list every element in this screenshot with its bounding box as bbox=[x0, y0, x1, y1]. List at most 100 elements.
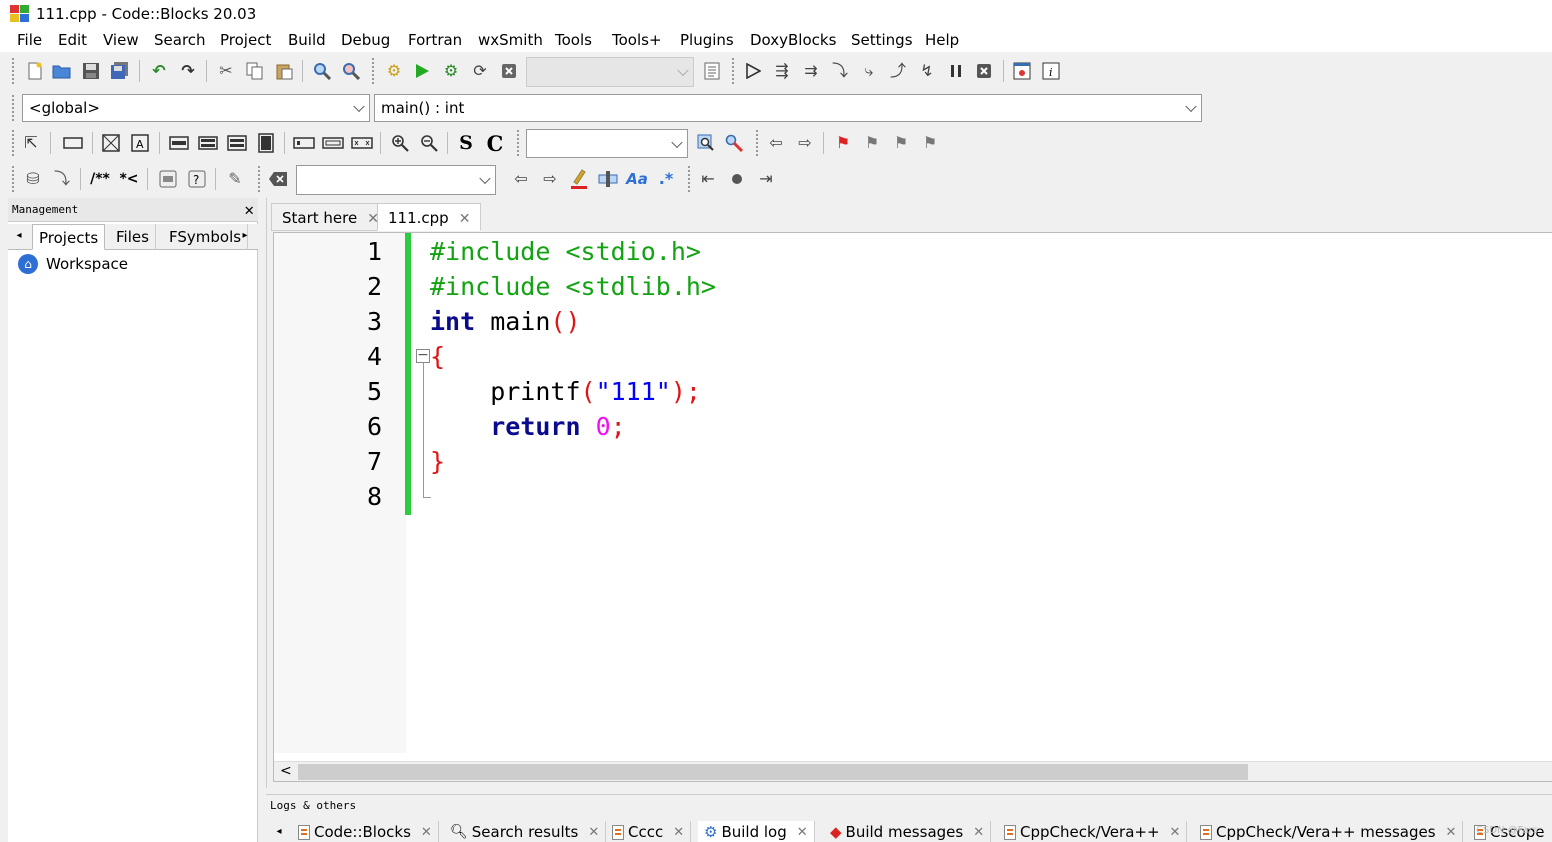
frame-icon[interactable] bbox=[62, 132, 84, 154]
clear-bookmarks-icon[interactable]: ⚑ bbox=[919, 132, 941, 154]
choice-widget-icon[interactable] bbox=[351, 132, 373, 154]
toolbar-grip[interactable] bbox=[258, 166, 262, 192]
replace-icon[interactable] bbox=[340, 60, 362, 82]
log-tab-cppcheck[interactable]: CppCheck/Vera++ ✕ bbox=[998, 821, 1188, 842]
box-sizer-icon[interactable] bbox=[168, 132, 190, 154]
jump-back-icon[interactable]: ⇦ bbox=[765, 132, 787, 154]
regex-icon[interactable]: .* bbox=[655, 168, 677, 190]
workspace-tree-item[interactable]: ⌂ Workspace bbox=[18, 254, 128, 274]
undo-icon[interactable]: ↶ bbox=[148, 60, 170, 82]
menu-doxyblocks[interactable]: DoxyBlocks bbox=[750, 31, 836, 49]
pause-icon[interactable] bbox=[945, 60, 967, 82]
run-html-icon[interactable] bbox=[157, 168, 179, 190]
menu-tools[interactable]: Tools bbox=[555, 31, 592, 49]
scrollbar-thumb[interactable] bbox=[298, 764, 1248, 780]
doxyblocks-config-icon[interactable]: ✎ bbox=[224, 168, 246, 190]
strip-s-icon[interactable]: S bbox=[455, 132, 477, 154]
open-file-icon[interactable] bbox=[51, 60, 73, 82]
block-comment-icon[interactable]: /** bbox=[89, 168, 111, 190]
menu-plugins[interactable]: Plugins bbox=[680, 31, 734, 49]
text-widget-icon[interactable] bbox=[322, 132, 344, 154]
fold-toggle-icon[interactable]: − bbox=[416, 348, 430, 363]
search-go-icon[interactable] bbox=[695, 132, 717, 154]
build-and-run-icon[interactable]: ⚙ bbox=[440, 60, 462, 82]
close-icon[interactable]: ✕ bbox=[1170, 825, 1181, 840]
static-box-sizer-icon[interactable] bbox=[197, 132, 219, 154]
debug-info-icon[interactable]: i bbox=[1040, 60, 1062, 82]
close-icon[interactable]: ✕ bbox=[244, 200, 254, 219]
new-file-icon[interactable] bbox=[24, 60, 46, 82]
scroll-left-icon[interactable]: ◂ bbox=[272, 824, 286, 840]
strip-c-icon[interactable]: C bbox=[484, 132, 506, 154]
search-combo[interactable] bbox=[526, 129, 688, 158]
code-editor[interactable]: 1 2 3 4 5 6 7 8 − #include <stdio.h> #in… bbox=[273, 232, 1552, 782]
redo-icon[interactable]: ↷ bbox=[177, 60, 199, 82]
close-icon[interactable]: ✕ bbox=[673, 825, 684, 840]
build-gear-icon[interactable]: ⚙ bbox=[383, 60, 405, 82]
menu-file[interactable]: File bbox=[17, 31, 42, 49]
toolbar-grip[interactable] bbox=[372, 58, 376, 84]
previous-bookmark-icon[interactable]: ⚑ bbox=[861, 132, 883, 154]
menu-search[interactable]: Search bbox=[154, 31, 206, 49]
build-log-icon[interactable] bbox=[701, 60, 723, 82]
tab-start-here[interactable]: Start here ✕ bbox=[271, 203, 390, 231]
flex-grid-sizer-icon[interactable] bbox=[255, 132, 277, 154]
next-line-icon[interactable]: ⇉ bbox=[800, 60, 822, 82]
menu-view[interactable]: View bbox=[103, 31, 139, 49]
scroll-left-icon[interactable]: < bbox=[280, 763, 292, 779]
zoom-out-icon[interactable] bbox=[418, 132, 440, 154]
panel-icon[interactable]: A bbox=[129, 132, 151, 154]
copy-icon[interactable] bbox=[244, 60, 266, 82]
log-tab-cppcheck-messages[interactable]: CppCheck/Vera++ messages ✕ bbox=[1194, 821, 1464, 842]
dialog-icon[interactable] bbox=[100, 132, 122, 154]
search-options-icon[interactable] bbox=[723, 132, 745, 154]
toolbar-grip[interactable] bbox=[12, 58, 16, 84]
button-widget-icon[interactable] bbox=[293, 132, 315, 154]
close-icon[interactable]: ✕ bbox=[797, 825, 808, 840]
close-icon[interactable]: ✕ bbox=[588, 825, 599, 840]
close-icon[interactable]: ✕ bbox=[421, 825, 432, 840]
toolbar-grip[interactable] bbox=[688, 166, 692, 192]
tab-projects[interactable]: Projects bbox=[32, 224, 106, 250]
grid-sizer-icon[interactable] bbox=[226, 132, 248, 154]
log-tab-build-messages[interactable]: ◆ Build messages ✕ bbox=[824, 821, 992, 842]
rebuild-icon[interactable]: ⟳ bbox=[469, 60, 491, 82]
previous-occurrence-icon[interactable]: ⇤ bbox=[697, 168, 719, 190]
menu-fortran[interactable]: Fortran bbox=[408, 31, 462, 49]
menu-edit[interactable]: Edit bbox=[58, 31, 87, 49]
next-instruction-icon[interactable]: ⤵ bbox=[829, 60, 851, 82]
toolbar-grip[interactable] bbox=[756, 130, 760, 156]
step-into-instruction-icon[interactable]: ↯ bbox=[916, 60, 938, 82]
run-icon[interactable] bbox=[411, 60, 433, 82]
incremental-search-input[interactable] bbox=[296, 165, 496, 195]
abort-icon[interactable] bbox=[498, 60, 520, 82]
zoom-in-icon[interactable] bbox=[389, 132, 411, 154]
menu-settings[interactable]: Settings bbox=[851, 31, 913, 49]
menu-build[interactable]: Build bbox=[288, 31, 326, 49]
cut-icon[interactable]: ✂ bbox=[215, 60, 237, 82]
step-out-icon[interactable]: ⤴ bbox=[887, 60, 909, 82]
menu-tools-plus[interactable]: Tools+ bbox=[612, 31, 662, 49]
close-icon[interactable]: ✕ bbox=[1446, 825, 1457, 840]
save-all-icon[interactable] bbox=[109, 60, 131, 82]
next-bookmark-icon[interactable]: ⚑ bbox=[890, 132, 912, 154]
debug-start-icon[interactable] bbox=[742, 60, 764, 82]
close-icon[interactable]: ✕ bbox=[973, 825, 984, 840]
run-chm-icon[interactable]: ? bbox=[186, 168, 208, 190]
tab-files[interactable]: Files bbox=[110, 224, 156, 250]
toolbar-grip[interactable] bbox=[12, 130, 16, 156]
pointer-icon[interactable]: ⇱ bbox=[20, 132, 42, 154]
search-next-icon[interactable]: ⇨ bbox=[539, 168, 561, 190]
log-tab-search-results[interactable]: 🔍︎ Search results ✕ bbox=[444, 821, 607, 842]
next-occurrence-icon[interactable]: ⇥ bbox=[755, 168, 777, 190]
horizontal-scrollbar[interactable]: < bbox=[274, 761, 1552, 781]
toolbar-grip[interactable] bbox=[12, 95, 16, 121]
selected-text-only-icon[interactable] bbox=[597, 168, 619, 190]
clear-search-icon[interactable] bbox=[267, 168, 289, 190]
menu-debug[interactable]: Debug bbox=[341, 31, 390, 49]
find-icon[interactable] bbox=[311, 60, 333, 82]
search-previous-icon[interactable]: ⇦ bbox=[510, 168, 532, 190]
toggle-marker-icon[interactable] bbox=[726, 168, 748, 190]
toolbar-grip[interactable] bbox=[12, 166, 16, 192]
menu-wxsmith[interactable]: wxSmith bbox=[478, 31, 543, 49]
